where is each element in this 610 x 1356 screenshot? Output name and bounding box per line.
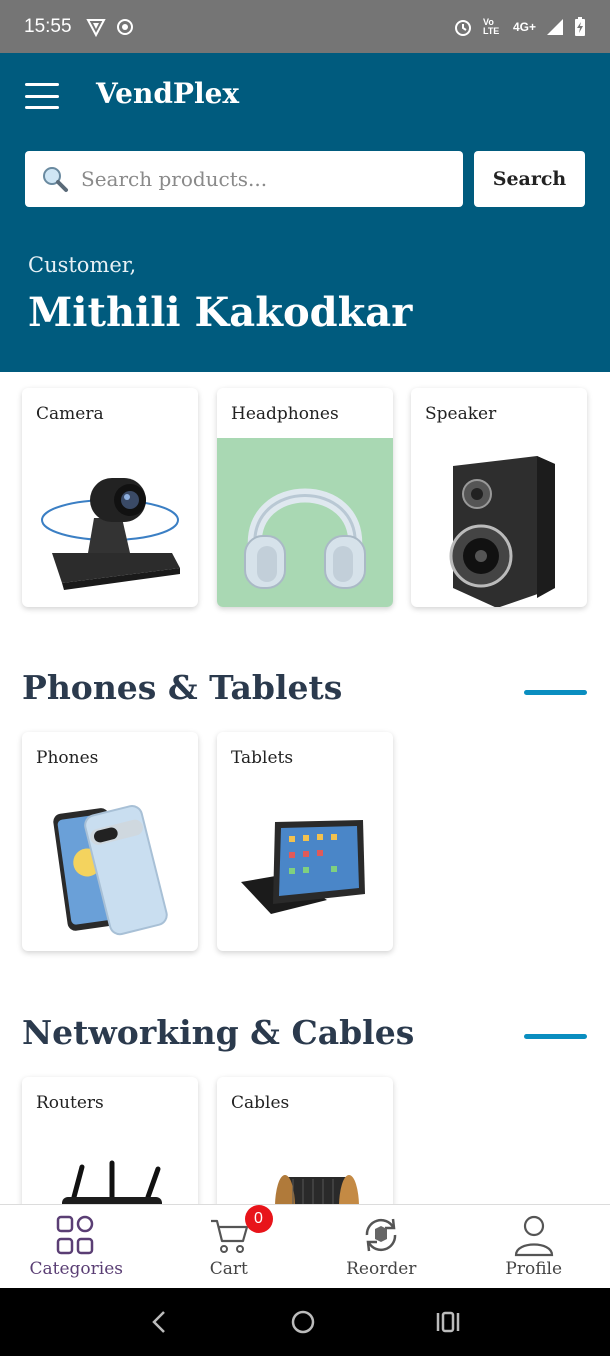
- nav-reorder[interactable]: Reorder: [305, 1205, 458, 1288]
- customer-name: Mithili Kakodkar: [28, 289, 413, 336]
- category-card-tablets[interactable]: Tablets: [217, 732, 393, 951]
- back-icon[interactable]: [148, 1308, 172, 1336]
- nav-categories[interactable]: Categories: [0, 1205, 153, 1288]
- section-accent-bar: [524, 1034, 587, 1039]
- vpn-shield-icon: [85, 18, 106, 37]
- category-card-speaker[interactable]: Speaker: [411, 388, 587, 607]
- recents-icon[interactable]: [434, 1308, 462, 1336]
- category-card-phones[interactable]: Phones: [22, 732, 198, 951]
- card-label: Headphones: [231, 404, 339, 424]
- nav-label: Categories: [29, 1259, 124, 1279]
- bottom-navigation: Categories 0 Cart Reorder Profile: [0, 1204, 610, 1288]
- volte-indicator: Vo LTE: [482, 16, 500, 36]
- card-label: Speaker: [425, 404, 497, 424]
- category-card-routers[interactable]: Routers: [22, 1077, 198, 1204]
- nav-label: Profile: [505, 1259, 563, 1279]
- category-card-cables[interactable]: Cables: [217, 1077, 393, 1204]
- nav-cart[interactable]: 0 Cart: [153, 1205, 306, 1288]
- grid-icon: [57, 1215, 94, 1255]
- greeting-label: Customer,: [28, 253, 137, 277]
- nav-label: Reorder: [346, 1259, 417, 1279]
- section-accent-bar: [524, 690, 587, 695]
- card-label: Cables: [231, 1093, 290, 1113]
- app-brand: VendPlex: [96, 77, 240, 110]
- nav-profile[interactable]: Profile: [458, 1205, 610, 1288]
- category-content[interactable]: Camera Headphones Speaker Phones & Table…: [0, 372, 610, 1204]
- cart-count-badge: 0: [244, 1205, 273, 1233]
- search-button[interactable]: Search: [474, 151, 585, 207]
- search-box[interactable]: [25, 151, 463, 207]
- home-icon[interactable]: [289, 1308, 317, 1336]
- category-card-headphones[interactable]: Headphones: [217, 388, 393, 607]
- status-bar: 15:55 Vo LTE 4G+: [0, 0, 610, 53]
- alarm-icon: [454, 19, 471, 36]
- headphones-icon: [217, 438, 393, 607]
- app-header: VendPlex Search Customer, Mithili Kakodk…: [0, 53, 610, 372]
- system-navigation-bar: [0, 1288, 610, 1356]
- card-label: Tablets: [231, 748, 294, 768]
- phone-icon: [53, 805, 168, 936]
- profile-icon: [514, 1215, 553, 1257]
- battery-icon: [575, 16, 585, 36]
- card-label: Camera: [36, 404, 104, 424]
- cable-spool-icon: [275, 1175, 359, 1204]
- router-icon: [62, 1160, 162, 1204]
- search-input[interactable]: [81, 167, 421, 191]
- section-title-phones-tablets: Phones & Tablets: [22, 668, 343, 707]
- menu-icon[interactable]: [25, 83, 59, 109]
- reorder-icon: [365, 1218, 397, 1252]
- card-label: Phones: [36, 748, 99, 768]
- card-label: Routers: [36, 1093, 104, 1113]
- search-icon: [43, 167, 68, 192]
- camera-icon: [41, 478, 180, 590]
- signal-icon: [547, 18, 563, 35]
- tablet-icon: [241, 820, 365, 914]
- section-title-networking-cables: Networking & Cables: [22, 1013, 415, 1052]
- network-type: 4G+: [512, 19, 536, 34]
- speaker-icon: [449, 456, 555, 607]
- category-card-camera[interactable]: Camera: [22, 388, 198, 607]
- record-icon: [116, 18, 133, 35]
- status-time: 15:55: [24, 15, 72, 37]
- nav-label: Cart: [209, 1259, 248, 1279]
